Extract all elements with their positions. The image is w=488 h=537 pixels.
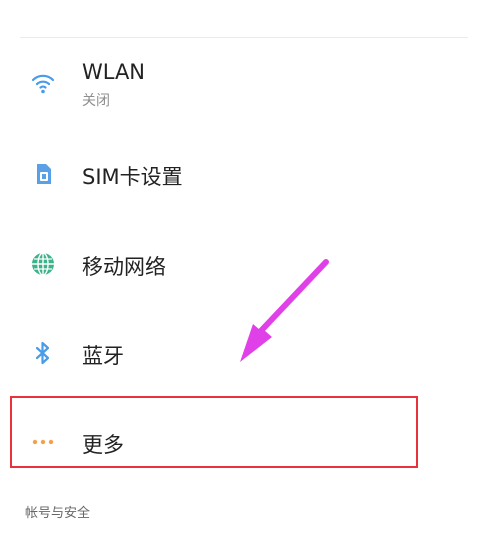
highlight-box [10, 396, 418, 468]
bluetooth-label: 蓝牙 [82, 344, 124, 368]
top-divider [20, 37, 468, 38]
sim-settings-row[interactable]: SIM卡设置 [0, 139, 488, 209]
section-header-account-security: 帐号与安全 [25, 506, 91, 521]
sim-settings-label: SIM卡设置 [82, 165, 183, 189]
wifi-icon [30, 70, 56, 96]
wlan-row[interactable]: WLAN 关闭 [0, 50, 488, 120]
wlan-status: 关闭 [82, 93, 110, 109]
mobile-network-label: 移动网络 [82, 255, 166, 279]
wlan-label: WLAN [82, 60, 146, 84]
globe-icon [30, 251, 56, 277]
settings-screen: WLAN 关闭 SIM卡设置 移动网络 蓝牙 更多 帐号与安全 [0, 0, 488, 537]
sim-card-icon [30, 161, 56, 187]
mobile-network-row[interactable]: 移动网络 [0, 229, 488, 299]
bluetooth-icon [30, 340, 56, 366]
bluetooth-row[interactable]: 蓝牙 [0, 318, 488, 388]
